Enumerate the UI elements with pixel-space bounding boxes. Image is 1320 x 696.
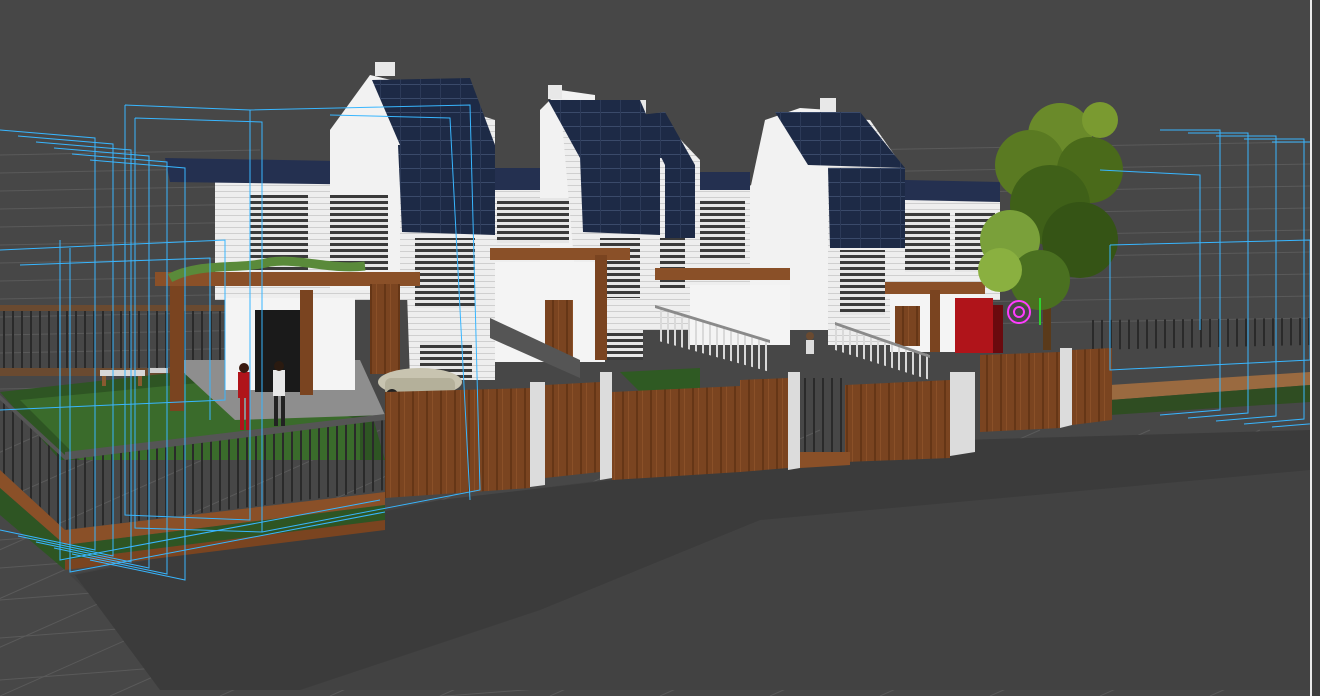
3d-viewport[interactable] [0, 0, 1310, 696]
viewport-edge [1310, 0, 1320, 696]
background-fence-right [1090, 318, 1310, 415]
red-door [955, 298, 993, 353]
lawn-courtyard [620, 368, 700, 392]
